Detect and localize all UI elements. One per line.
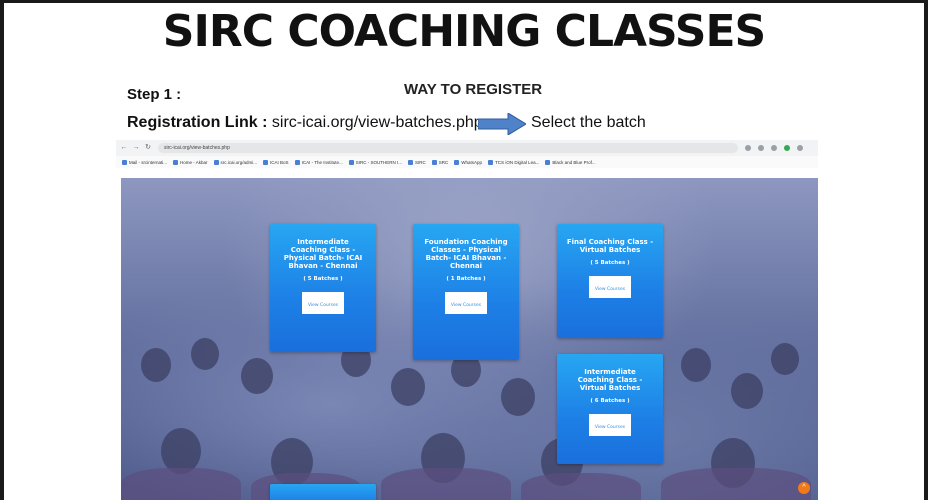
batch-card-title: Final Coaching Class - Virtual Batches bbox=[566, 238, 654, 254]
extensions-icon[interactable] bbox=[758, 145, 764, 151]
bookmark-item[interactable]: SRC bbox=[431, 159, 448, 165]
bookmark-icon bbox=[122, 159, 127, 165]
bookmark-icon bbox=[454, 159, 460, 165]
slide-title: SIRC COACHING CLASSES bbox=[162, 6, 766, 57]
select-batch-text: Select the batch bbox=[531, 114, 646, 131]
bookmark-item[interactable]: src.icai.org/admi... bbox=[213, 159, 257, 165]
register-heading: WAY TO REGISTER bbox=[404, 81, 543, 98]
bookmark-item[interactable]: Black and Blue Prof... bbox=[545, 159, 596, 165]
browser-address-bar: ← → ↻ sirc-icai.org/view-batches.php bbox=[116, 140, 818, 156]
view-courses-button[interactable]: View Courses bbox=[589, 276, 631, 298]
batch-card-title: Intermediate Coaching Class - Physical B… bbox=[283, 238, 363, 270]
browser-screenshot: ← → ↻ sirc-icai.org/view-batches.php Mai… bbox=[116, 140, 818, 500]
scroll-to-top-icon[interactable]: ^ bbox=[798, 482, 810, 494]
right-arrow-icon bbox=[478, 113, 526, 135]
url-input[interactable]: sirc-icai.org/view-batches.php bbox=[158, 143, 738, 153]
back-icon[interactable]: ← bbox=[120, 144, 128, 152]
batch-card[interactable]: Foundation Coaching Classes - Physical B… bbox=[413, 224, 519, 360]
bookmark-icon bbox=[348, 159, 354, 165]
reload-icon[interactable]: ↻ bbox=[144, 144, 152, 152]
bookmark-icon bbox=[213, 159, 219, 165]
batch-card-title: Intermediate Coaching Class - Virtual Ba… bbox=[577, 368, 643, 392]
bookmark-icon bbox=[408, 159, 414, 165]
bookmark-icon bbox=[488, 159, 494, 165]
batch-card-count: ( 6 Batches ) bbox=[590, 398, 630, 404]
bookmark-item[interactable]: SIRC - SOUTHERN I... bbox=[348, 159, 402, 165]
batch-card[interactable]: Intermediate Coaching Class - Virtual Ba… bbox=[557, 354, 663, 464]
view-courses-button[interactable]: View Courses bbox=[445, 292, 487, 314]
bookmark-item[interactable]: ICAI - The Institute... bbox=[294, 159, 343, 165]
step-label: Step 1 : bbox=[127, 86, 182, 103]
batch-card-count: ( 5 Batches ) bbox=[303, 276, 343, 282]
batch-card[interactable]: Intermediate Coaching Class - Physical B… bbox=[270, 224, 376, 352]
star-icon[interactable] bbox=[745, 145, 751, 151]
view-courses-button[interactable]: View Courses bbox=[302, 292, 344, 314]
view-courses-button[interactable]: View Courses bbox=[589, 414, 631, 436]
forward-icon[interactable]: → bbox=[132, 144, 140, 152]
bookmark-item[interactable]: SIRC bbox=[408, 159, 426, 165]
batch-card-count: ( 1 Batches ) bbox=[446, 276, 486, 282]
bookmark-item[interactable]: WhatsApp bbox=[454, 159, 482, 165]
bookmark-item[interactable]: ICAI BoS bbox=[263, 159, 289, 165]
bookmark-icon bbox=[263, 159, 269, 165]
download-icon[interactable] bbox=[771, 145, 777, 151]
bookmark-item[interactable]: TCS iON Digital Lea... bbox=[488, 159, 539, 165]
bookmark-icon bbox=[545, 159, 551, 165]
bookmarks-bar: Mail - srcinternati... Home - Akbar src.… bbox=[116, 156, 818, 168]
menu-icon[interactable] bbox=[797, 145, 803, 151]
bookmark-icon bbox=[294, 159, 300, 165]
batches-page-background: Intermediate Coaching Class - Physical B… bbox=[121, 178, 818, 500]
registration-url[interactable]: sirc-icai.org/view-batches.php bbox=[272, 114, 483, 131]
batch-card[interactable]: Final Coaching Class - Virtual Batches (… bbox=[557, 224, 663, 338]
batch-card-title: Foundation Coaching Classes - Physical B… bbox=[424, 238, 508, 270]
bookmark-icon bbox=[173, 159, 179, 165]
registration-line: Registration Link : sirc-icai.org/view-b… bbox=[127, 114, 483, 132]
registration-label: Registration Link : bbox=[127, 114, 268, 131]
bookmark-item[interactable]: Mail - srcinternati... bbox=[122, 159, 167, 165]
batch-card-count: ( 5 Batches ) bbox=[590, 260, 630, 266]
profile-icon[interactable] bbox=[784, 145, 790, 151]
bookmark-icon bbox=[431, 159, 437, 165]
batch-card-partial[interactable] bbox=[270, 484, 376, 500]
bookmark-item[interactable]: Home - Akbar bbox=[173, 159, 208, 165]
